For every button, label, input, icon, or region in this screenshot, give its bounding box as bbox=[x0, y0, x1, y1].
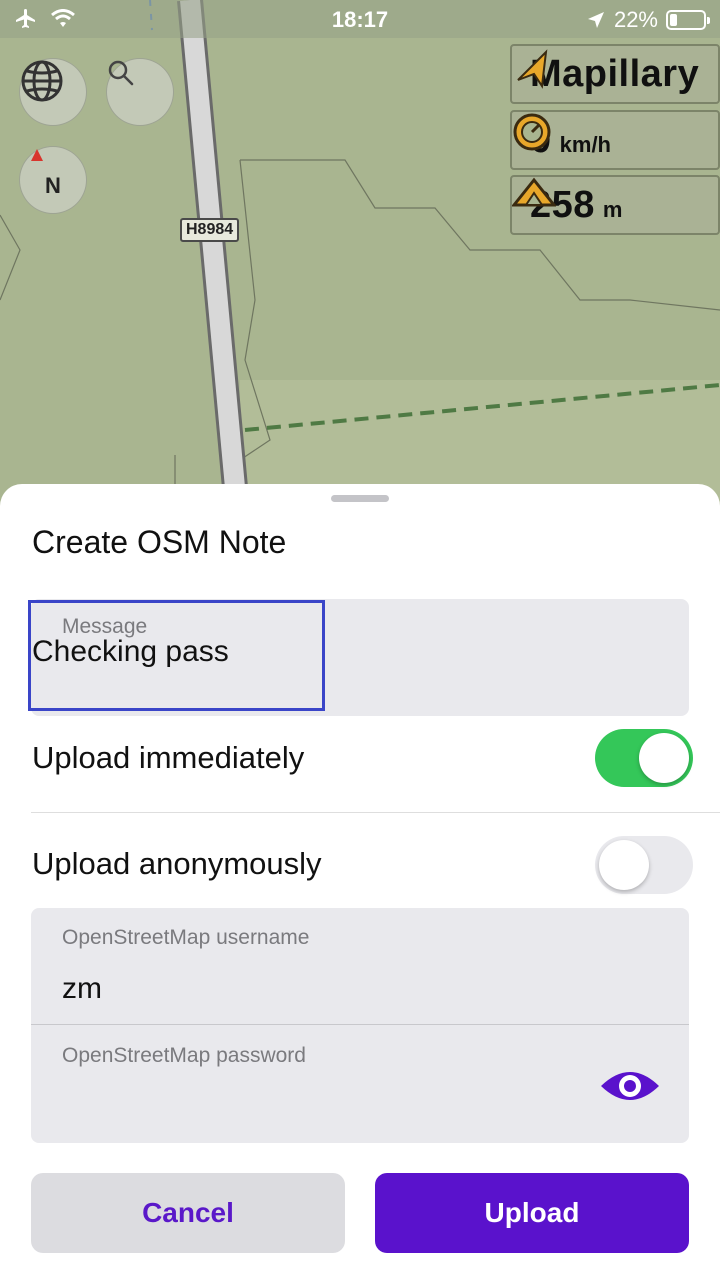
sheet-title: Create OSM Note bbox=[32, 524, 287, 560]
mapillary-widget[interactable]: Mapillary bbox=[510, 44, 720, 104]
create-note-sheet: Create OSM Note Message Checking pass Up… bbox=[0, 484, 720, 1280]
compass-button[interactable]: N bbox=[19, 146, 87, 214]
mountain-icon bbox=[512, 177, 556, 207]
map-layers-button[interactable] bbox=[19, 58, 87, 126]
battery-percent: 22% bbox=[613, 7, 658, 32]
compass-letter: N bbox=[45, 173, 61, 198]
location-arrow-icon bbox=[587, 12, 604, 28]
mapillary-icon bbox=[517, 49, 548, 89]
upload-anonymously-toggle[interactable] bbox=[595, 836, 693, 894]
globe-icon bbox=[21, 60, 63, 102]
search-button[interactable] bbox=[106, 58, 174, 126]
focus-highlight bbox=[28, 600, 325, 711]
credentials-group: OpenStreetMap username zm OpenStreetMap … bbox=[31, 908, 689, 1143]
speedometer-icon bbox=[513, 113, 551, 151]
altitude-unit: m bbox=[602, 197, 623, 222]
battery-fill bbox=[670, 14, 677, 26]
battery-icon bbox=[666, 10, 710, 30]
upload-immediately-toggle[interactable] bbox=[595, 729, 693, 787]
upload-immediately-label: Upload immediately bbox=[32, 740, 305, 775]
altitude-widget[interactable]: 258 m bbox=[510, 175, 720, 235]
search-icon bbox=[108, 60, 134, 86]
upload-button[interactable]: Upload bbox=[375, 1173, 689, 1253]
username-label: OpenStreetMap username bbox=[62, 926, 310, 949]
speed-widget[interactable]: 0 km/h bbox=[510, 110, 720, 170]
credentials-divider bbox=[31, 1024, 689, 1025]
show-password-eye-icon[interactable] bbox=[599, 1066, 661, 1106]
password-label: OpenStreetMap password bbox=[62, 1044, 306, 1067]
toggle-knob bbox=[639, 733, 689, 783]
cancel-button[interactable]: Cancel bbox=[31, 1173, 345, 1253]
upload-anonymously-label: Upload anonymously bbox=[32, 846, 322, 881]
map-view[interactable]: H8984 N Mapillary 0 km/h bbox=[0, 0, 720, 520]
sheet-drag-handle[interactable] bbox=[331, 495, 389, 502]
username-input[interactable]: zm bbox=[62, 972, 102, 1006]
divider bbox=[31, 812, 720, 813]
road-label: H8984 bbox=[180, 218, 240, 242]
toggle-knob bbox=[599, 840, 649, 890]
status-bar: 18:17 22% bbox=[0, 0, 720, 38]
speed-unit: km/h bbox=[559, 132, 611, 157]
